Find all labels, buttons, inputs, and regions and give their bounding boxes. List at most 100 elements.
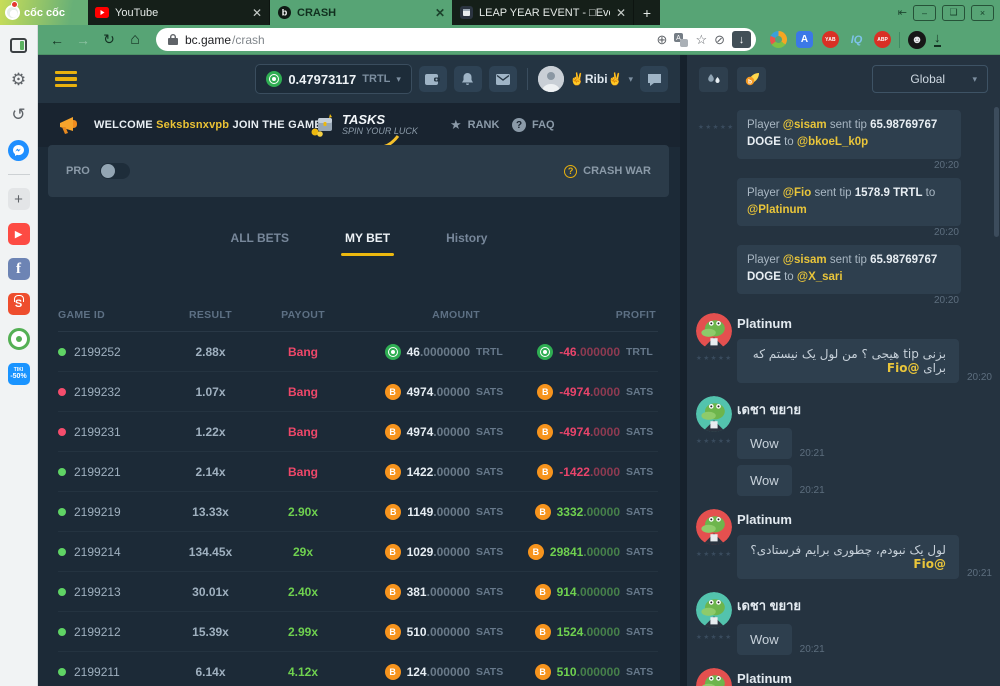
avatar-column: ★★★★★ xyxy=(696,313,737,389)
sidebar-toggle-icon[interactable] xyxy=(8,34,30,56)
settings-gear-icon[interactable]: ⚙ xyxy=(8,69,30,91)
history-icon[interactable]: ↺ xyxy=(8,104,30,126)
translate-extension-icon[interactable]: A xyxy=(796,31,813,48)
downloads-icon[interactable]: ↓ xyxy=(934,32,941,47)
tip-bubble[interactable]: Player @Fio sent tip 1578.9 TRTL to @Pla… xyxy=(737,178,961,227)
download-page-button[interactable]: ↓ xyxy=(732,31,751,48)
pin-shortcut-icon[interactable]: ⇤ xyxy=(898,6,907,19)
chat-bubble[interactable]: Wow xyxy=(737,465,792,496)
table-row[interactable]: 219921913.33x2.90xB1149.00000SATSB3332.0… xyxy=(58,492,658,532)
user-avatar[interactable] xyxy=(696,592,732,628)
table-row[interactable]: 219921215.39x2.99xB510.000000SATSB1524.0… xyxy=(58,612,658,652)
account-menu[interactable]: ✌Ribi✌ ▾ xyxy=(538,66,633,92)
message-time: 20:20 xyxy=(696,295,959,306)
bookmark-star-icon[interactable]: ☆ xyxy=(695,32,707,48)
user-avatar[interactable] xyxy=(696,509,732,545)
table-row[interactable]: 21992311.22xBangB4974.00000SATSB-4974.00… xyxy=(58,412,658,452)
tab-close-icon[interactable]: ✕ xyxy=(616,6,626,20)
back-button[interactable]: ← xyxy=(46,32,68,48)
tip-bubble[interactable]: Player @sisam sent tip 65.98769767 DOGE … xyxy=(737,245,961,294)
youtube-shortcut[interactable]: ▶ xyxy=(8,223,30,245)
crash-war-link[interactable]: ? CRASH WAR xyxy=(564,165,651,178)
shopee-shortcut[interactable]: S xyxy=(8,293,30,315)
faq-question-icon: ? xyxy=(512,118,526,132)
shield-block-icon[interactable]: ⊘ xyxy=(714,32,725,48)
pro-toggle[interactable] xyxy=(100,163,130,179)
rain-button[interactable] xyxy=(699,67,728,92)
zoom-page-icon[interactable]: ⊕ xyxy=(657,32,668,48)
new-tab-button[interactable]: + xyxy=(634,0,660,25)
abp-extension-icon[interactable]: ABP xyxy=(874,31,891,48)
reload-button[interactable]: ↻ xyxy=(98,31,120,48)
bets-tab-all-bets[interactable]: ALL BETS xyxy=(231,231,289,256)
table-row[interactable]: 21992116.14x4.12xB124.000000SATSB510.000… xyxy=(58,652,658,686)
mention[interactable]: @Fio xyxy=(887,361,920,375)
tab-close-icon[interactable]: ✕ xyxy=(435,6,445,20)
avatar-column: ★★★★★ xyxy=(696,668,737,686)
chat-username[interactable]: เดชา ขยาย xyxy=(737,595,992,616)
faq-link[interactable]: ? FAQ xyxy=(512,103,555,147)
table-row[interactable]: 21992522.88xBang46.0000000TRTL-46.000000… xyxy=(58,332,658,372)
tiki-shortcut[interactable]: TIKI-50% xyxy=(8,363,30,385)
welcome-banner: WELCOME Seksbsnxvpb JOIN THE GAME TASKS … xyxy=(38,103,680,147)
chat-username[interactable]: Platinum xyxy=(737,671,992,686)
messages-button[interactable] xyxy=(489,66,517,92)
chat-toggle-button[interactable] xyxy=(640,66,668,92)
translate-page-icon[interactable]: A xyxy=(674,33,688,47)
game-id: 2199231 xyxy=(74,425,121,439)
table-row[interactable]: 21992321.07xBangB4974.00000SATSB-4974.00… xyxy=(58,372,658,412)
chat-scrollbar[interactable] xyxy=(994,107,999,237)
chat-bubble[interactable]: Wow xyxy=(737,624,792,655)
rank-link[interactable]: ★ RANK xyxy=(450,103,499,147)
chat-bubble[interactable]: Wow xyxy=(737,428,792,459)
home-button[interactable]: ⌂ xyxy=(124,31,146,49)
address-bar[interactable]: bc.game/crash ⊕ A ☆ ⊘ ↓ xyxy=(156,28,756,51)
coin-drop-button[interactable]: b xyxy=(737,67,766,92)
user-avatar[interactable] xyxy=(696,668,732,686)
user-avatar[interactable] xyxy=(696,313,732,349)
mention[interactable]: @Fio xyxy=(913,557,946,571)
coccoc-logo[interactable]: cốc cốc xyxy=(0,0,88,25)
browser-tab-2[interactable]: bCRASH✕ xyxy=(270,0,452,25)
menu-hamburger-button[interactable] xyxy=(55,71,77,88)
yab-extension-icon[interactable]: YAB xyxy=(822,31,839,48)
minimize-button[interactable]: – xyxy=(913,5,936,21)
chat-bubble[interactable]: بزنی tip هیجی ؟ من لول یک نیستم که برای … xyxy=(737,339,959,383)
restore-button[interactable]: ❑ xyxy=(942,5,965,21)
table-row[interactable]: 21992212.14xBangB1422.00000SATSB-1422.00… xyxy=(58,452,658,492)
iq-extension-icon[interactable]: IQ xyxy=(848,31,865,48)
user-avatar[interactable] xyxy=(696,396,732,432)
tab-close-icon[interactable]: ✕ xyxy=(252,6,262,20)
tasks-entry[interactable]: TASKS SPIN YOUR LUCK xyxy=(310,103,418,147)
forward-button[interactable]: → xyxy=(72,32,94,48)
column-payout: PAYOUT xyxy=(253,309,353,321)
bets-tab-history[interactable]: History xyxy=(446,231,487,256)
bets-tab-my-bet[interactable]: MY BET xyxy=(345,231,390,256)
notifications-button[interactable] xyxy=(454,66,482,92)
amount-cell: B1422.00000SATS xyxy=(353,464,508,480)
browser-tab-1[interactable]: YouTube✕ xyxy=(88,0,270,25)
table-row[interactable]: 219921330.01x2.40xB381.000000SATSB914.00… xyxy=(58,572,658,612)
result-value: 13.33x xyxy=(168,505,253,519)
browser-tab-3[interactable]: LEAP YEAR EVENT - □Event - ✕ xyxy=(452,0,634,25)
chat-username[interactable]: เดชา ขยาย xyxy=(737,399,992,420)
game-id: 2199211 xyxy=(74,665,120,679)
profile-avatar-button[interactable]: ☻ xyxy=(908,31,926,49)
color-wheel-extension-icon[interactable] xyxy=(770,31,787,48)
messenger-icon[interactable] xyxy=(8,139,30,161)
chat-room-select[interactable]: Global ▾ xyxy=(872,65,988,93)
balance-selector[interactable]: 0.47973117 TRTL ▾ xyxy=(255,64,412,94)
table-row[interactable]: 2199214134.45x29xB1029.00000SATSB29841.0… xyxy=(58,532,658,572)
facebook-shortcut[interactable]: f xyxy=(8,258,30,280)
btc-coin-icon: B xyxy=(537,464,553,480)
wallet-button[interactable] xyxy=(419,66,447,92)
chat-username[interactable]: Platinum xyxy=(737,316,992,331)
game-header: 0.47973117 TRTL ▾ xyxy=(38,55,680,103)
add-shortcut-button[interactable]: + xyxy=(8,188,30,210)
close-window-button[interactable]: × xyxy=(971,5,994,21)
coccoc-app-shortcut[interactable] xyxy=(8,328,30,350)
tip-bubble[interactable]: Player @sisam sent tip 65.98769767 DOGE … xyxy=(737,110,961,159)
chat-message-list[interactable]: ★★★★★Player @sisam sent tip 65.98769767 … xyxy=(687,103,1000,686)
chat-username[interactable]: Platinum xyxy=(737,512,992,527)
chat-bubble[interactable]: لول یک نبودم، چطوری برایم فرستادی؟ @Fio xyxy=(737,535,959,579)
